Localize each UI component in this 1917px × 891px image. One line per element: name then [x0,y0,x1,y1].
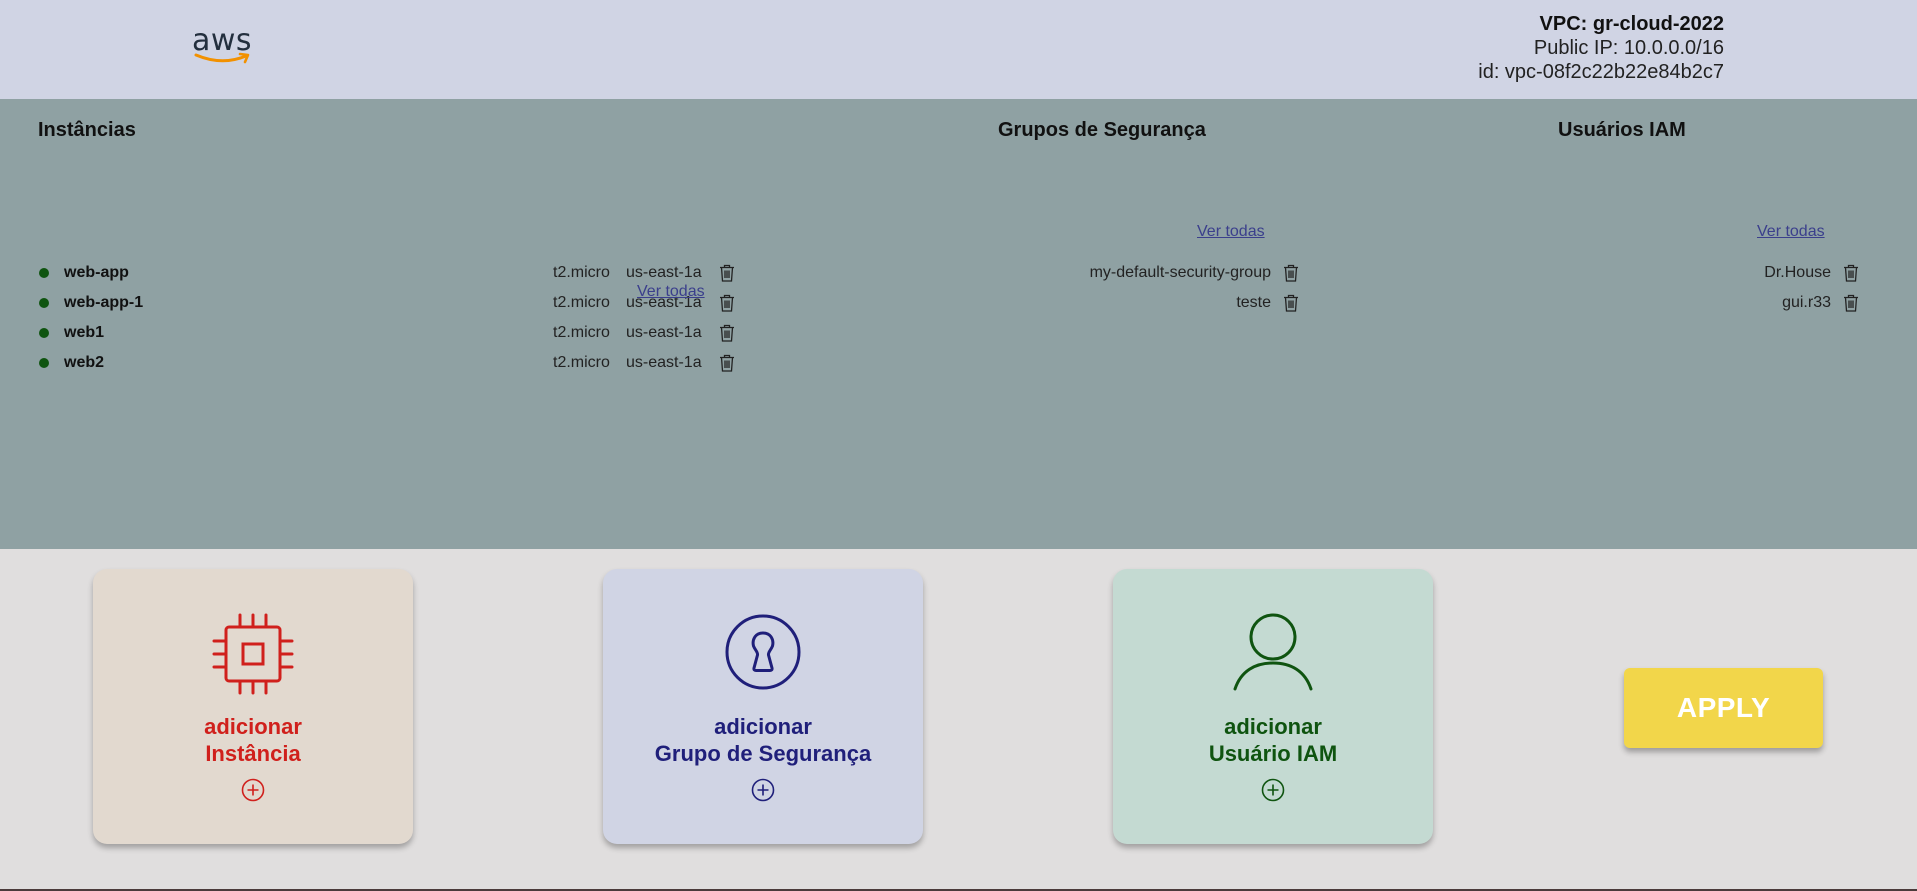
instance-name: web1 [64,324,105,341]
trash-icon[interactable] [718,324,736,342]
instance-type: t2.micro [553,354,610,371]
trash-icon[interactable] [718,264,736,282]
security-group-name: teste [1236,294,1271,311]
chip-icon [212,613,294,695]
security-group-row: my-default-security-group [1000,258,1300,288]
instance-zone: us-east-1a [626,264,702,281]
add-iam-user-title: adicionar Usuário IAM [1113,713,1433,767]
plus-circle-icon[interactable] [751,778,775,802]
aws-logo[interactable]: aws [192,26,256,70]
instances-title: Instâncias [38,119,136,141]
instance-row: web-app t2.micro us-east-1a [39,258,739,288]
add-security-group-title: adicionar Grupo de Segurança [603,713,923,767]
vpc-info: VPC: gr-cloud-2022 Public IP: 10.0.0.0/1… [1478,12,1724,84]
card-title-line2: Usuário IAM [1208,741,1338,766]
card-title-line1: adicionar [1224,714,1322,739]
plus-circle-icon[interactable] [1261,778,1285,802]
user-icon [1233,613,1313,691]
apply-button[interactable]: APPLY [1624,668,1823,748]
trash-icon[interactable] [1842,294,1860,312]
add-security-group-card[interactable]: adicionar Grupo de Segurança [603,569,923,844]
top-header: aws VPC: gr-cloud-2022 Public IP: 10.0.0… [0,0,1917,99]
instance-type: t2.micro [553,294,610,311]
vpc-name: VPC: gr-cloud-2022 [1539,13,1724,35]
resources-panel: Instâncias web-app t2.micro us-east-1a w… [0,99,1917,549]
iam-users-title: Usuários IAM [1558,119,1686,141]
trash-icon[interactable] [718,294,736,312]
aws-smile-icon [194,52,250,64]
security-group-name: my-default-security-group [1089,264,1271,281]
trash-icon[interactable] [1282,294,1300,312]
instances-see-all-link[interactable]: Ver todas [637,283,705,301]
status-dot [39,358,49,368]
instance-row: web1 t2.micro us-east-1a [39,318,739,348]
card-title-line2: Instância [205,741,301,766]
instance-row: web2 t2.micro us-east-1a [39,348,739,378]
trash-icon[interactable] [1842,264,1860,282]
plus-circle-icon[interactable] [241,778,265,802]
instance-type: t2.micro [553,264,610,281]
security-groups-see-all-link[interactable]: Ver todas [1197,223,1265,241]
trash-icon[interactable] [718,354,736,372]
card-title-line1: adicionar [714,714,812,739]
vpc-id: id: vpc-08f2c22b22e84b2c7 [1478,61,1724,83]
iam-users-see-all-link[interactable]: Ver todas [1757,223,1825,241]
add-instance-title: adicionar Instância [93,713,413,767]
instance-zone: us-east-1a [626,324,702,341]
security-group-row: teste [1000,288,1300,318]
instance-name: web-app [64,264,129,281]
instance-type: t2.micro [553,324,610,341]
instance-row: web-app-1 t2.micro us-east-1a [39,288,739,318]
trash-icon[interactable] [1282,264,1300,282]
iam-user-row: Dr.House [1560,258,1860,288]
instance-name: web2 [64,354,105,371]
instance-name: web-app-1 [64,294,144,311]
vpc-public-ip: Public IP: 10.0.0.0/16 [1533,37,1724,59]
iam-user-name: Dr.House [1764,264,1831,281]
iam-user-name: gui.r33 [1782,294,1831,311]
status-dot [39,268,49,278]
iam-user-row: gui.r33 [1560,288,1860,318]
status-dot [39,328,49,338]
add-instance-card[interactable]: adicionar Instância [93,569,413,844]
add-iam-user-card[interactable]: adicionar Usuário IAM [1113,569,1433,844]
security-groups-title: Grupos de Segurança [998,119,1206,141]
card-title-line1: adicionar [204,714,302,739]
card-title-line2: Grupo de Segurança [654,741,872,766]
instance-zone: us-east-1a [626,354,702,371]
lock-icon [725,614,801,690]
status-dot [39,298,49,308]
